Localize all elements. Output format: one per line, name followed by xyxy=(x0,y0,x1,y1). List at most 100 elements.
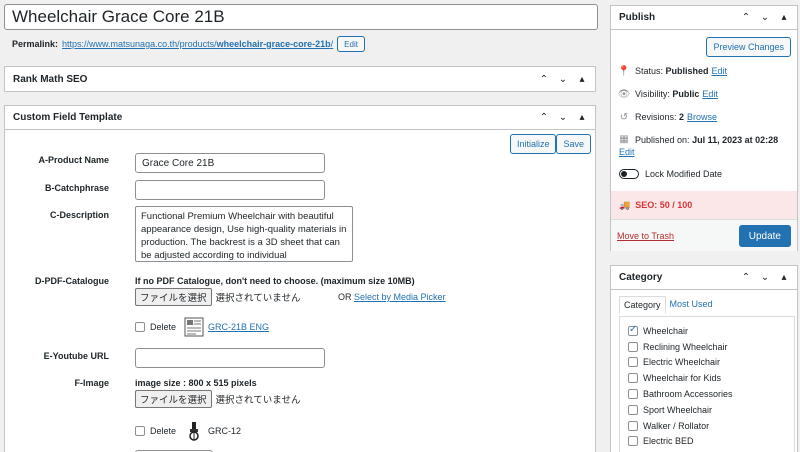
move-up-icon[interactable]: ⌃ xyxy=(741,272,751,283)
collapse-icon[interactable]: ▴ xyxy=(779,12,789,23)
category-checkbox[interactable] xyxy=(628,436,638,447)
category-checkbox[interactable] xyxy=(628,341,638,352)
category-item[interactable]: Wheelchair xyxy=(628,323,786,339)
move-up-icon[interactable]: ⌃ xyxy=(741,12,751,23)
pdf-delete-row: Delete GRC-21B ENG xyxy=(135,317,269,337)
pdf-delete-checkbox[interactable] xyxy=(135,322,145,332)
image-delete-checkbox[interactable] xyxy=(135,426,145,436)
permalink-label: Permalink: xyxy=(12,39,59,49)
revisions-row: ↺ Revisions: 2 Browse xyxy=(619,111,795,123)
category-item[interactable]: Walker / Rollator xyxy=(628,418,786,434)
pdf-choose-file-button[interactable]: ファイルを選択 xyxy=(135,288,212,306)
category-item[interactable]: Reclining Wheelchair xyxy=(628,339,786,355)
history-icon: ↺ xyxy=(619,111,629,123)
category-checkbox[interactable] xyxy=(628,389,638,400)
description-textarea[interactable]: Functional Premium Wheelchair with beaut… xyxy=(135,206,353,262)
image-delete-label: Delete xyxy=(150,426,177,436)
pdf-catalogue-label: D-PDF-Catalogue xyxy=(35,276,109,286)
pdf-file-row: ファイルを選択 選択されていません xyxy=(135,288,300,306)
save-button[interactable]: Save xyxy=(556,134,591,154)
image-size-note: image size : 800 x 515 pixels xyxy=(135,378,257,388)
collapse-icon[interactable]: ▴ xyxy=(577,74,587,85)
move-down-icon[interactable]: ⌄ xyxy=(558,112,568,123)
pdf-no-file-text: 選択されていません xyxy=(215,293,301,304)
pdf-note: If no PDF Catalogue, don't need to choos… xyxy=(135,276,415,286)
media-picker-row: OR Select by Media Picker xyxy=(338,292,446,302)
collapse-icon[interactable]: ▴ xyxy=(577,112,587,123)
tab-most-used[interactable]: Most Used xyxy=(666,296,717,314)
or-text: OR xyxy=(338,292,352,302)
move-down-icon[interactable]: ⌄ xyxy=(760,272,770,283)
category-box: Category ⌃ ⌄ ▴ Category Most Used Wheelc… xyxy=(610,265,798,452)
category-checkbox[interactable] xyxy=(628,357,638,368)
category-item[interactable]: Sport Wheelchair xyxy=(628,402,786,418)
category-item-label: Wheelchair for Kids xyxy=(643,373,722,384)
category-item[interactable]: Electric BED xyxy=(628,434,786,450)
published-on-row: ▦ Published on: Jul 11, 2023 at 02:28 Ed… xyxy=(619,134,795,158)
description-label: C-Description xyxy=(49,210,109,220)
wheelchair-thumbnail-icon xyxy=(184,421,204,441)
published-on-value: Jul 11, 2023 at 02:28 xyxy=(692,135,779,145)
pdf-file-link[interactable]: GRC-21B ENG xyxy=(208,322,269,332)
category-checklist: Wheelchair Reclining Wheelchair Electric W… xyxy=(619,316,795,452)
visibility-row: 👁 Visibility: Public Edit xyxy=(618,89,795,100)
product-name-input[interactable]: Grace Core 21B xyxy=(135,153,325,173)
move-up-icon[interactable]: ⌃ xyxy=(539,74,549,85)
category-item-label: Electric BED xyxy=(643,436,694,447)
initialize-button[interactable]: Initialize xyxy=(509,134,557,154)
permalink-url: https://www.matsunaga.co.th/products/ xyxy=(62,39,217,49)
pdf-thumbnail-icon xyxy=(184,317,204,337)
permalink-link[interactable]: https://www.matsunaga.co.th/products/whe… xyxy=(62,39,333,49)
catchphrase-input[interactable] xyxy=(135,180,325,200)
status-edit-link[interactable]: Edit xyxy=(712,66,728,76)
category-checkbox[interactable] xyxy=(628,373,638,384)
category-item[interactable]: Bathroom Accessories xyxy=(628,386,786,402)
category-item-label: Wheelchair xyxy=(643,325,689,336)
youtube-url-label: E-Youtube URL xyxy=(43,351,109,361)
catchphrase-label: B-Catchphrase xyxy=(44,183,109,193)
seo-score-bar[interactable]: 🚚 SEO: 50 / 100 xyxy=(611,191,797,219)
category-item[interactable]: Wheelchair for Kids xyxy=(628,370,786,386)
revisions-value: 2 xyxy=(679,112,685,122)
move-up-icon[interactable]: ⌃ xyxy=(539,112,549,123)
visibility-value: Public xyxy=(672,89,700,99)
category-item[interactable]: Electric Wheelchair xyxy=(628,355,786,371)
publish-footer: Move to Trash Update xyxy=(611,219,797,251)
preview-changes-button[interactable]: Preview Changes xyxy=(706,37,791,57)
published-on-edit-link[interactable]: Edit xyxy=(619,146,795,158)
publish-header[interactable]: Publish ⌃ ⌄ ▴ xyxy=(611,6,797,30)
category-item-label: Walker / Rollator xyxy=(643,420,710,431)
category-header[interactable]: Category ⌃ ⌄ ▴ xyxy=(611,266,797,290)
tab-all-categories[interactable]: Category xyxy=(619,296,666,314)
category-item-label: Sport Wheelchair xyxy=(643,404,713,415)
revisions-browse-link[interactable]: Browse xyxy=(687,112,717,122)
visibility-edit-link[interactable]: Edit xyxy=(702,89,718,99)
category-checkbox[interactable] xyxy=(628,420,638,431)
image-no-file-text: 選択されていません xyxy=(215,395,301,406)
collapse-icon[interactable]: ▴ xyxy=(779,272,789,283)
status-row: 📍 Status: Published Edit xyxy=(618,66,795,77)
permalink-slug: wheelchair-grace-core-21b xyxy=(216,39,331,49)
update-button[interactable]: Update xyxy=(738,225,791,247)
youtube-url-input[interactable] xyxy=(135,348,325,368)
revisions-label: Revisions: xyxy=(635,112,677,122)
category-checkbox[interactable] xyxy=(628,324,638,336)
lock-modified-label: Lock Modified Date xyxy=(645,169,723,179)
category-checkbox[interactable] xyxy=(628,404,638,415)
media-picker-link[interactable]: Select by Media Picker xyxy=(354,292,446,302)
image-choose-file-button[interactable]: ファイルを選択 xyxy=(135,390,212,408)
visibility-label: Visibility: xyxy=(635,89,670,99)
post-title-input[interactable]: Wheelchair Grace Core 21B xyxy=(4,4,598,30)
move-down-icon[interactable]: ⌄ xyxy=(760,12,770,23)
custom-field-template-box: Custom Field Template ⌃ ⌄ ▴ Initialize S… xyxy=(4,105,596,452)
category-title: Category xyxy=(619,272,663,283)
move-to-trash-link[interactable]: Move to Trash xyxy=(617,231,674,241)
product-name-label: A-Product Name xyxy=(38,155,109,165)
image-file-row: ファイルを選択 選択されていません xyxy=(135,390,300,408)
rank-math-header[interactable]: Rank Math SEO ⌃ ⌄ ▴ xyxy=(5,67,595,91)
rank-math-box: Rank Math SEO ⌃ ⌄ ▴ xyxy=(4,66,596,92)
permalink-edit-button[interactable]: Edit xyxy=(337,36,365,52)
lock-modified-toggle[interactable] xyxy=(619,169,639,179)
cft-header[interactable]: Custom Field Template ⌃ ⌄ ▴ xyxy=(5,106,595,130)
move-down-icon[interactable]: ⌄ xyxy=(558,74,568,85)
